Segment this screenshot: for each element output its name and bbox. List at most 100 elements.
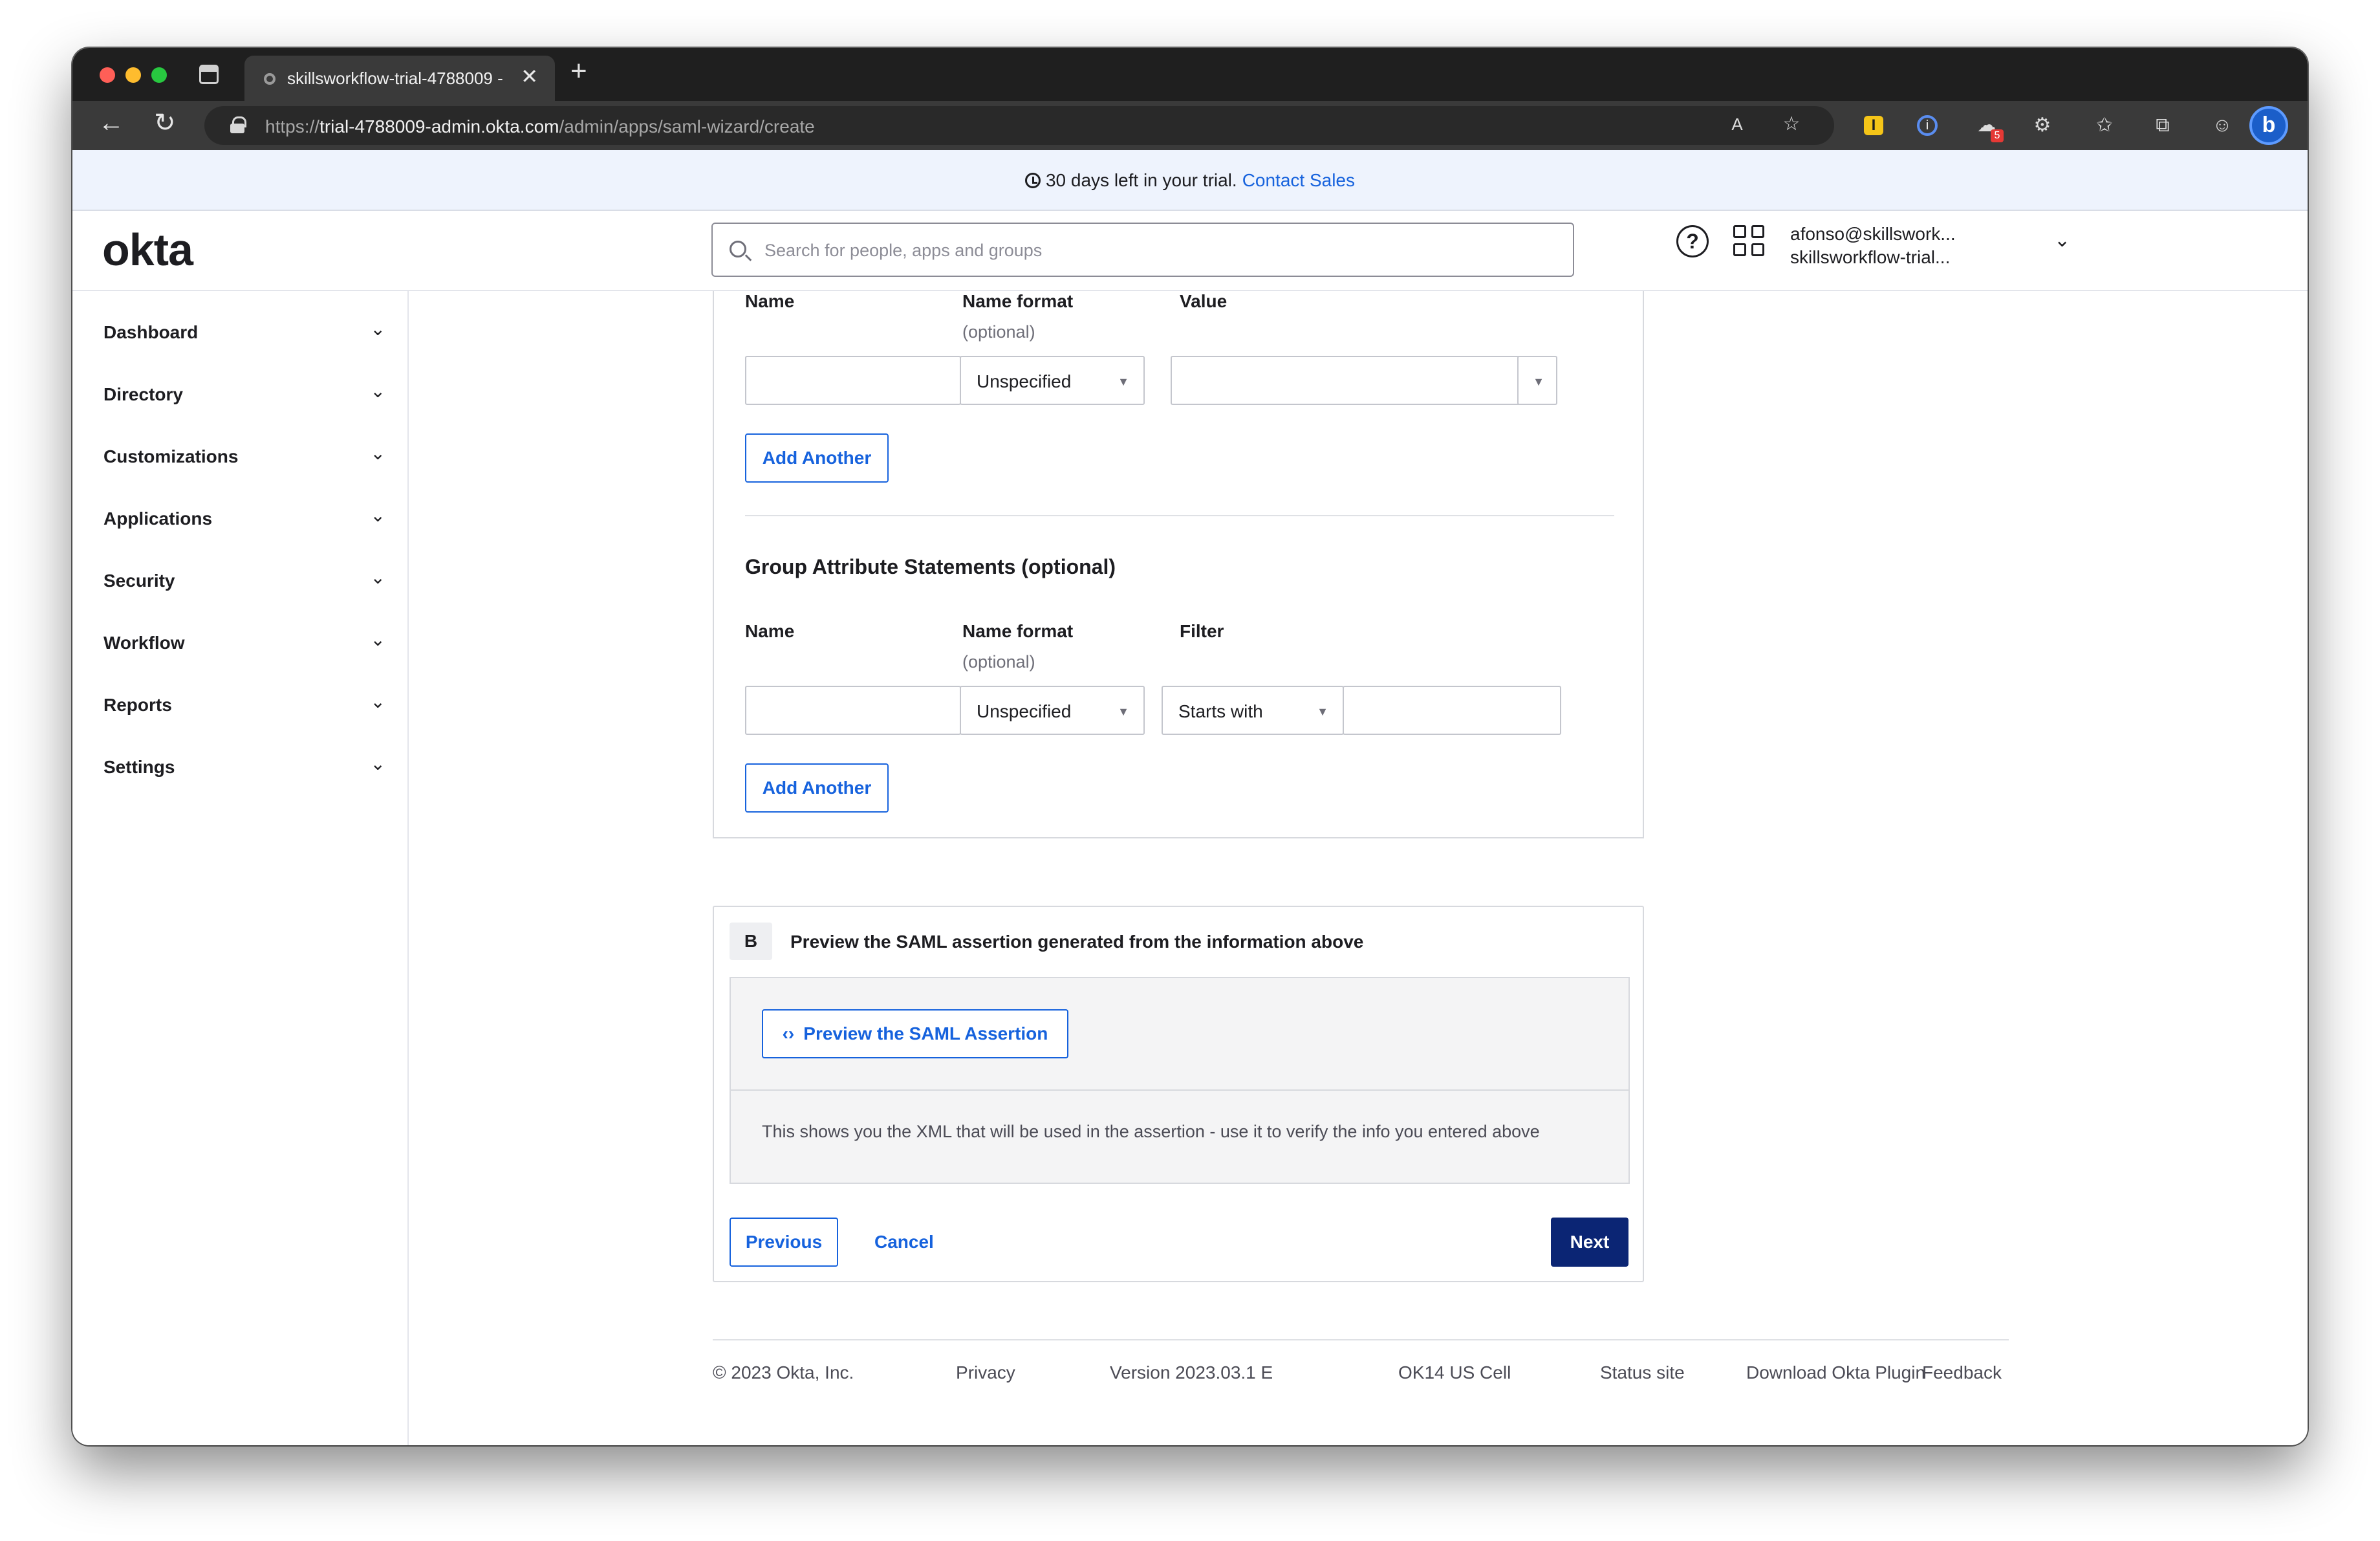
okta-logo[interactable]: okta xyxy=(102,224,193,276)
attr-format-value: Unspecified xyxy=(977,371,1072,391)
help-icon[interactable]: ? xyxy=(1676,225,1709,257)
footer-version: Version 2023.03.1 E xyxy=(1110,1362,1273,1383)
chevron-down-icon: ⌄ xyxy=(370,754,385,774)
group-format-header: Name format xyxy=(962,621,1074,641)
okta-admin-page: 30 days left in your trial. Contact Sales… xyxy=(72,150,2308,1445)
sidebar-item-label: Dashboard xyxy=(103,322,199,342)
tab-close-icon[interactable]: ✕ xyxy=(521,66,538,87)
attr-value-header: Value xyxy=(1180,291,1228,311)
attr-name-header: Name xyxy=(745,291,795,311)
chevron-down-icon: ⌄ xyxy=(370,629,385,650)
sidebar-item-reports[interactable]: Reports ⌄ xyxy=(103,686,385,725)
bing-copilot-icon[interactable]: b xyxy=(2249,106,2288,145)
chevron-down-icon: ⌄ xyxy=(370,505,385,525)
group-filter-type-value: Starts with xyxy=(1178,701,1263,721)
section-divider xyxy=(745,515,1614,516)
attr-format-header: Name format xyxy=(962,291,1074,311)
group-name-header: Name xyxy=(745,621,795,641)
group-filter-type-select[interactable]: Starts with ▼ xyxy=(1162,686,1344,735)
clock-icon xyxy=(1024,173,1041,188)
preview-divider xyxy=(731,1089,1628,1091)
search-input[interactable]: Search for people, apps and groups xyxy=(711,223,1574,277)
chevron-down-icon: ⌄ xyxy=(370,692,385,712)
sidebar-item-security[interactable]: Security ⌄ xyxy=(103,562,385,600)
user-email[interactable]: afonso@skillswork... xyxy=(1790,224,1956,245)
cancel-button[interactable]: Cancel xyxy=(874,1232,934,1252)
group-format-value: Unspecified xyxy=(977,701,1072,721)
footer-copyright: © 2023 Okta, Inc. xyxy=(713,1362,854,1383)
section-b-title: Preview the SAML assertion generated fro… xyxy=(790,932,1364,952)
sidebar: Dashboard ⌄ Directory ⌄ Customizations ⌄ Ap… xyxy=(72,291,409,1445)
extensions-puzzle-icon[interactable]: ⚙ xyxy=(2031,114,2054,137)
sidebar-item-label: Customizations xyxy=(103,446,239,466)
browser-window: skillsworkflow-trial-4788009 - ✕ + ← ↻ h… xyxy=(72,48,2308,1445)
group-format-optional: (optional) xyxy=(962,652,1035,672)
attr-name-input[interactable] xyxy=(745,356,961,405)
trial-text: 30 days left in your trial. xyxy=(1045,170,1237,190)
trial-banner: 30 days left in your trial. Contact Sales xyxy=(72,150,2308,211)
sidebar-item-dashboard[interactable]: Dashboard ⌄ xyxy=(103,313,385,352)
reload-icon[interactable]: ↻ xyxy=(154,110,176,136)
url-path: /admin/apps/saml-wizard/create xyxy=(559,116,815,137)
address-bar[interactable]: https://trial-4788009-admin.okta.com/adm… xyxy=(204,106,1834,145)
sidebar-item-applications[interactable]: Applications ⌄ xyxy=(103,499,385,538)
page-footer: © 2023 Okta, Inc. Privacy Version 2023.0… xyxy=(713,1339,2009,1391)
preview-description: This shows you the XML that will be used… xyxy=(762,1122,1540,1141)
close-window-button[interactable] xyxy=(100,67,115,83)
group-filter-value-input[interactable] xyxy=(1343,686,1561,735)
contact-sales-link[interactable]: Contact Sales xyxy=(1242,170,1355,190)
footer-feedback-link[interactable]: Feedback xyxy=(1922,1362,2002,1383)
minimize-window-button[interactable] xyxy=(125,67,141,83)
sidebar-item-workflow[interactable]: Workflow ⌄ xyxy=(103,624,385,662)
sidebar-item-settings[interactable]: Settings ⌄ xyxy=(103,748,385,787)
favorite-star-icon[interactable]: ☆ xyxy=(1780,113,1803,136)
group-name-input[interactable] xyxy=(745,686,961,735)
new-tab-button[interactable]: + xyxy=(570,57,587,85)
password-manager-icon[interactable]: i xyxy=(1917,115,1938,136)
back-arrow-icon[interactable]: ← xyxy=(98,110,124,136)
step-badge: B xyxy=(730,923,772,960)
profile-avatar-icon[interactable]: ☺ xyxy=(2211,114,2234,137)
footer-plugin-link[interactable]: Download Okta Plugin xyxy=(1746,1362,1925,1383)
browser-toolbar: ← ↻ https://trial-4788009-admin.okta.com… xyxy=(72,101,2308,150)
sidebar-item-label: Applications xyxy=(103,508,213,529)
sidebar-item-directory[interactable]: Directory ⌄ xyxy=(103,375,385,414)
search-placeholder: Search for people, apps and groups xyxy=(764,241,1043,260)
tab-actions-icon[interactable] xyxy=(199,65,219,84)
previous-button[interactable]: Previous xyxy=(730,1218,838,1267)
sidebar-item-customizations[interactable]: Customizations ⌄ xyxy=(103,437,385,476)
user-org[interactable]: skillsworkflow-trial... xyxy=(1790,247,1950,268)
footer-cell: OK14 US Cell xyxy=(1398,1362,1511,1383)
extension-cloud-icon[interactable]: ☁ 5 xyxy=(1975,114,2004,142)
sidebar-item-label: Security xyxy=(103,571,175,591)
chevron-down-icon: ⌄ xyxy=(370,381,385,401)
extension-yellow-icon[interactable]: I xyxy=(1864,116,1883,135)
collections-icon[interactable]: ⧉ xyxy=(2151,114,2174,137)
browser-tab[interactable]: skillsworkflow-trial-4788009 - ✕ xyxy=(244,56,555,101)
okta-favicon-icon xyxy=(264,73,276,85)
code-icon: ‹› xyxy=(782,1023,795,1044)
add-another-attribute-button[interactable]: Add Another xyxy=(745,433,889,483)
caret-down-icon: ▼ xyxy=(1118,705,1129,718)
attr-format-select[interactable]: Unspecified ▼ xyxy=(960,356,1145,405)
chevron-down-icon[interactable]: ⌄ xyxy=(2054,229,2070,252)
sidebar-item-label: Workflow xyxy=(103,633,185,653)
sidebar-item-label: Directory xyxy=(103,384,183,404)
group-format-select[interactable]: Unspecified ▼ xyxy=(960,686,1145,735)
maximize-window-button[interactable] xyxy=(151,67,167,83)
attr-value-dropdown[interactable]: ▼ xyxy=(1517,356,1557,405)
attr-value-input[interactable] xyxy=(1171,356,1521,405)
app-grid-icon[interactable] xyxy=(1733,225,1766,257)
main-content: Name Name format (optional) Value Unspec… xyxy=(410,291,2308,1445)
group-statements-title: Group Attribute Statements (optional) xyxy=(745,555,1116,578)
footer-status-link[interactable]: Status site xyxy=(1600,1362,1685,1383)
footer-privacy-link[interactable]: Privacy xyxy=(956,1362,1015,1383)
favorites-icon[interactable]: ✩ xyxy=(2093,114,2116,137)
read-aloud-icon[interactable]: A xyxy=(1726,113,1749,136)
attribute-statements-card: Name Name format (optional) Value Unspec… xyxy=(713,291,1644,838)
add-another-group-button[interactable]: Add Another xyxy=(745,763,889,813)
preview-saml-button[interactable]: ‹› Preview the SAML Assertion xyxy=(762,1009,1068,1058)
url-scheme: https:// xyxy=(265,116,320,137)
next-button[interactable]: Next xyxy=(1551,1218,1628,1267)
chevron-down-icon: ⌄ xyxy=(370,567,385,587)
